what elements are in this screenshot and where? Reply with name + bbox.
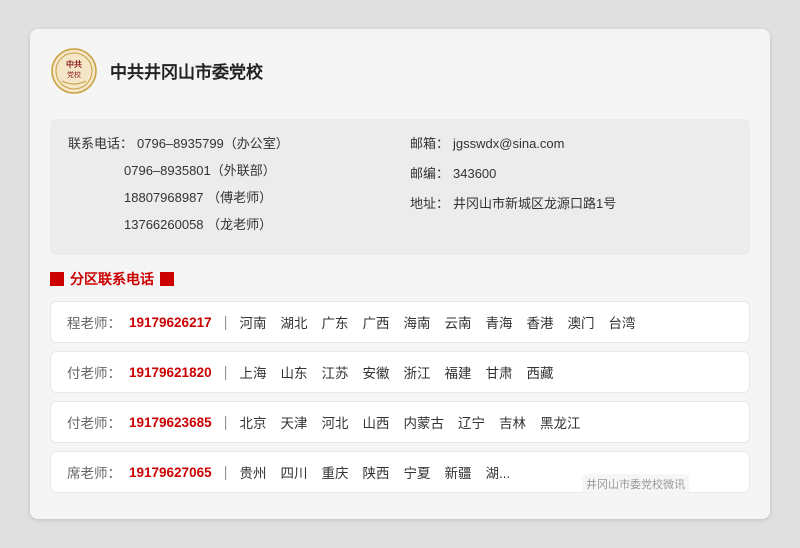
- region-areas: 河南湖北广东广西海南云南青海香港澳门台湾: [240, 312, 636, 332]
- postcode-value: 343600: [453, 163, 496, 185]
- region-item: 海南: [404, 312, 431, 332]
- email-row: 邮箱： jgsswdx@sina.com: [410, 133, 732, 155]
- region-item: 香港: [527, 312, 554, 332]
- teacher-phone: 19179621820: [129, 365, 212, 380]
- svg-text:中共: 中共: [66, 59, 82, 69]
- region-item: 澳门: [568, 312, 595, 332]
- region-row: 付老师： 19179623685 | 北京天津河北山西内蒙古辽宁吉林黑龙江: [50, 401, 750, 443]
- contact-left: 联系电话： 0796–8935799（办公室） 0796–8935801（外联部…: [68, 133, 390, 241]
- region-item: 浙江: [404, 362, 431, 382]
- region-areas: 贵州四川重庆陕西宁夏新疆湖...: [240, 462, 511, 482]
- teacher-phone: 19179626217: [129, 315, 212, 330]
- divider: |: [224, 314, 228, 331]
- region-item: 台湾: [609, 312, 636, 332]
- region-item: 宁夏: [404, 462, 431, 482]
- region-item: 辽宁: [458, 412, 485, 432]
- phone-row-1: 联系电话： 0796–8935799（办公室）: [68, 133, 390, 155]
- region-item: 福建: [445, 362, 472, 382]
- region-item: 上海: [240, 362, 267, 382]
- region-areas: 上海山东江苏安徽浙江福建甘肃西藏: [240, 362, 554, 382]
- phone-value-4: 13766260058 （龙老师）: [124, 217, 272, 232]
- phone-row-3: 18807968987 （傅老师）: [68, 187, 390, 209]
- teacher-name: 席老师：: [67, 462, 121, 482]
- region-item: 黑龙江: [540, 412, 581, 432]
- header: 中共 党校 中共井冈山市委党校: [50, 47, 750, 105]
- region-item: 吉林: [499, 412, 526, 432]
- region-item: 天津: [281, 412, 308, 432]
- region-item: 四川: [281, 462, 308, 482]
- phone-value-2: 0796–8935801（外联部）: [124, 163, 276, 178]
- teacher-name: 程老师：: [67, 312, 121, 332]
- contact-section: 联系电话： 0796–8935799（办公室） 0796–8935801（外联部…: [50, 119, 750, 255]
- address-row: 地址： 井冈山市新城区龙源口路1号: [410, 193, 732, 215]
- title-bar-left: [50, 272, 64, 286]
- region-item: 新疆: [445, 462, 472, 482]
- region-item: 广东: [322, 312, 349, 332]
- teacher-name: 付老师：: [67, 362, 121, 382]
- address-label: 地址：: [410, 193, 449, 215]
- region-item: 陕西: [363, 462, 390, 482]
- region-item: 安徽: [363, 362, 390, 382]
- region-item: 河北: [322, 412, 349, 432]
- main-card: 中共 党校 中共井冈山市委党校 联系电话： 0796–8935799（办公室） …: [30, 29, 770, 519]
- region-item: 西藏: [527, 362, 554, 382]
- region-item: 青海: [486, 312, 513, 332]
- address-value: 井冈山市新城区龙源口路1号: [453, 193, 616, 215]
- watermark: 井冈山市委党校微讯: [582, 474, 689, 494]
- teacher-name: 付老师：: [67, 412, 121, 432]
- school-name: 中共井冈山市委党校: [110, 58, 263, 83]
- region-item: 山东: [281, 362, 308, 382]
- region-item: 江苏: [322, 362, 349, 382]
- title-bar-right: [160, 272, 174, 286]
- divider: |: [224, 414, 228, 431]
- region-item: 湖北: [281, 312, 308, 332]
- divider: |: [224, 364, 228, 381]
- region-item: 广西: [363, 312, 390, 332]
- phone-row-4: 13766260058 （龙老师）: [68, 214, 390, 236]
- school-logo: 中共 党校: [50, 47, 98, 95]
- region-item: 河南: [240, 312, 267, 332]
- region-item: 内蒙古: [404, 412, 445, 432]
- phone-label: 联系电话：: [68, 133, 133, 155]
- contact-right: 邮箱： jgsswdx@sina.com 邮编： 343600 地址： 井冈山市…: [410, 133, 732, 241]
- region-item: 甘肃: [486, 362, 513, 382]
- email-value: jgsswdx@sina.com: [453, 133, 564, 155]
- region-row: 席老师： 19179627065 | 贵州四川重庆陕西宁夏新疆湖... 井冈山市委党校微…: [50, 451, 750, 493]
- phone-row-2: 0796–8935801（外联部）: [68, 160, 390, 182]
- region-item: 北京: [240, 412, 267, 432]
- region-item: 云南: [445, 312, 472, 332]
- teacher-phone: 19179623685: [129, 415, 212, 430]
- section-title-text: 分区联系电话: [70, 269, 154, 289]
- region-item: 湖...: [486, 462, 511, 482]
- region-row: 付老师： 19179621820 | 上海山东江苏安徽浙江福建甘肃西藏: [50, 351, 750, 393]
- region-row: 程老师： 19179626217 | 河南湖北广东广西海南云南青海香港澳门台湾: [50, 301, 750, 343]
- region-item: 重庆: [322, 462, 349, 482]
- section-title: 分区联系电话: [50, 269, 750, 289]
- svg-text:党校: 党校: [67, 70, 81, 79]
- phone-value-1: 0796–8935799（办公室）: [137, 133, 289, 155]
- region-areas: 北京天津河北山西内蒙古辽宁吉林黑龙江: [240, 412, 581, 432]
- divider: |: [224, 464, 228, 481]
- region-list: 程老师： 19179626217 | 河南湖北广东广西海南云南青海香港澳门台湾付老师：…: [50, 301, 750, 493]
- region-item: 山西: [363, 412, 390, 432]
- phone-value-3: 18807968987 （傅老师）: [124, 190, 272, 205]
- postcode-row: 邮编： 343600: [410, 163, 732, 185]
- region-item: 贵州: [240, 462, 267, 482]
- postcode-label: 邮编：: [410, 163, 449, 185]
- teacher-phone: 19179627065: [129, 465, 212, 480]
- email-label: 邮箱：: [410, 133, 449, 155]
